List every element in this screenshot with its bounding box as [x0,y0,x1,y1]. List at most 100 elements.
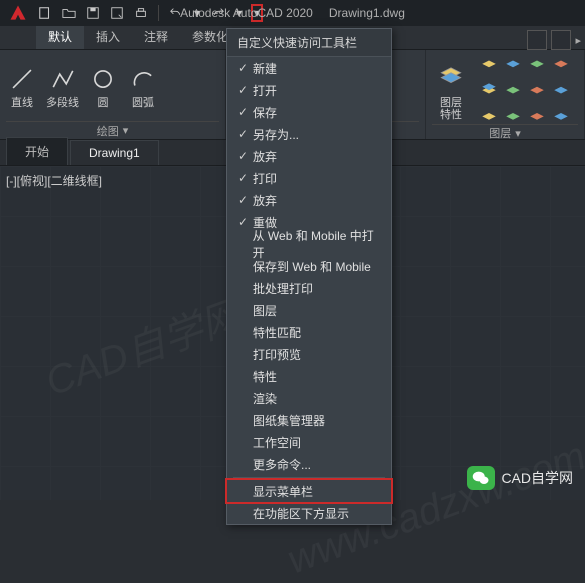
print-icon[interactable] [132,4,150,22]
layer-panel-title[interactable]: 图层 ▾ [432,124,578,141]
menu-item-label: 打开 [253,82,277,99]
check-icon: ✓ [233,83,253,97]
layer-sm-1[interactable] [478,54,500,76]
layer-sm-3[interactable] [526,54,548,76]
document-name: Drawing1.dwg [329,6,405,20]
menu-item-label: 特性 [253,368,277,385]
new-icon[interactable] [36,4,54,22]
menu-item-label: 图层 [253,302,277,319]
menu-item-label: 更多命令... [253,456,311,473]
layer-properties-label: 图层 特性 [440,97,462,121]
layer-properties-tool[interactable]: 图层 特性 [432,57,470,121]
polyline-tool[interactable]: 多段线 [46,66,79,110]
wechat-icon [467,466,495,490]
menu-item-label: 特性匹配 [253,324,301,341]
menu-item-label: 保存 [253,104,277,121]
menu-item-20[interactable]: 在功能区下方显示 [227,502,391,524]
layer-sm-10[interactable] [502,102,524,124]
qat-customize-menu: 自定义快速访问工具栏 ✓新建✓打开✓保存✓另存为...✓放弃✓打印✓放弃✓重做从… [226,28,392,525]
layer-sm-6[interactable] [502,78,524,100]
window-title: Autodesk AutoCAD 2020 Drawing1.dwg [180,6,405,20]
line-label: 直线 [11,94,33,110]
layer-sm-11[interactable] [526,102,548,124]
check-icon: ✓ [233,171,253,185]
menu-item-19[interactable]: 显示菜单栏 [227,480,391,502]
app-name: Autodesk AutoCAD 2020 [180,6,313,20]
line-tool[interactable]: 直线 [6,66,38,110]
circle-label: 圆 [98,94,109,110]
draw-panel: 直线 多段线 圆 圆弧 绘图 ▾ [0,50,226,139]
polyline-label: 多段线 [46,94,79,110]
check-icon: ✓ [233,127,253,141]
menu-item-5[interactable]: ✓打印 [227,167,391,189]
menu-header: 自定义快速访问工具栏 [227,29,391,57]
menu-item-label: 保存到 Web 和 Mobile [253,258,371,275]
menu-item-label: 批处理打印 [253,280,313,297]
menu-item-18[interactable]: 更多命令... [227,453,391,475]
doc-tab-start[interactable]: 开始 [6,137,68,165]
check-icon: ✓ [233,105,253,119]
menu-item-label: 打印预览 [253,346,301,363]
layer-sm-12[interactable] [550,102,572,124]
menu-item-17[interactable]: 工作空间 [227,431,391,453]
layer-panel: 图层 特性 图层 ▾ [426,50,585,139]
menu-item-14[interactable]: 特性 [227,365,391,387]
saveas-icon[interactable] [108,4,126,22]
layer-sm-9[interactable] [478,102,500,124]
tab-insert[interactable]: 插入 [84,24,132,49]
ribbon-right-controls: ▸ [527,30,581,50]
menu-item-16[interactable]: 图纸集管理器 [227,409,391,431]
title-bar: ▾ ▾ ▾ Autodesk AutoCAD 2020 Drawing1.dwg [0,0,585,26]
menu-item-11[interactable]: 图层 [227,299,391,321]
wechat-branding: CAD自学网 [467,466,573,490]
doc-tab-drawing1[interactable]: Drawing1 [70,140,159,165]
menu-item-label: 打印 [253,170,277,187]
menu-item-6[interactable]: ✓放弃 [227,189,391,211]
layer-sm-4[interactable] [550,54,572,76]
menu-item-label: 显示菜单栏 [253,483,313,500]
layer-tools-grid [478,54,572,124]
arc-label: 圆弧 [132,94,154,110]
save-icon[interactable] [84,4,102,22]
panel-expand-icon: ▾ [515,127,521,140]
layer-sm-8[interactable] [550,78,572,100]
menu-item-label: 工作空间 [253,434,301,451]
layer-sm-2[interactable] [502,54,524,76]
menu-item-label: 从 Web 和 Mobile 中打开 [253,227,383,261]
ribbon-control-1[interactable] [527,30,547,50]
check-icon: ✓ [233,215,253,229]
menu-separator [233,477,385,478]
menu-item-12[interactable]: 特性匹配 [227,321,391,343]
menu-item-label: 放弃 [253,192,277,209]
viewport-label[interactable]: [-][俯视][二维线框] [6,172,102,189]
wechat-label: CAD自学网 [501,468,573,488]
menu-item-4[interactable]: ✓放弃 [227,145,391,167]
tab-default[interactable]: 默认 [36,24,84,49]
arc-tool[interactable]: 圆弧 [127,66,159,110]
tab-annotate[interactable]: 注释 [132,24,180,49]
check-icon: ✓ [233,61,253,75]
circle-tool[interactable]: 圆 [87,66,119,110]
layer-sm-7[interactable] [526,78,548,100]
check-icon: ✓ [233,149,253,163]
panel-expand-icon: ▾ [123,124,129,137]
layer-sm-5[interactable] [478,78,500,100]
menu-item-2[interactable]: ✓保存 [227,101,391,123]
menu-item-label: 新建 [253,60,277,77]
menu-item-15[interactable]: 渲染 [227,387,391,409]
menu-item-0[interactable]: ✓新建 [227,57,391,79]
chevron-right-icon[interactable]: ▸ [575,34,581,47]
menu-item-label: 放弃 [253,148,277,165]
menu-item-label: 在功能区下方显示 [253,505,349,522]
menu-item-13[interactable]: 打印预览 [227,343,391,365]
menu-item-8[interactable]: 从 Web 和 Mobile 中打开 [227,233,391,255]
qat-separator [158,5,159,21]
menu-item-3[interactable]: ✓另存为... [227,123,391,145]
app-logo-icon [4,1,32,25]
open-icon[interactable] [60,4,78,22]
check-icon: ✓ [233,193,253,207]
ribbon-control-2[interactable] [551,30,571,50]
menu-item-1[interactable]: ✓打开 [227,79,391,101]
menu-item-9[interactable]: 保存到 Web 和 Mobile [227,255,391,277]
menu-item-10[interactable]: 批处理打印 [227,277,391,299]
